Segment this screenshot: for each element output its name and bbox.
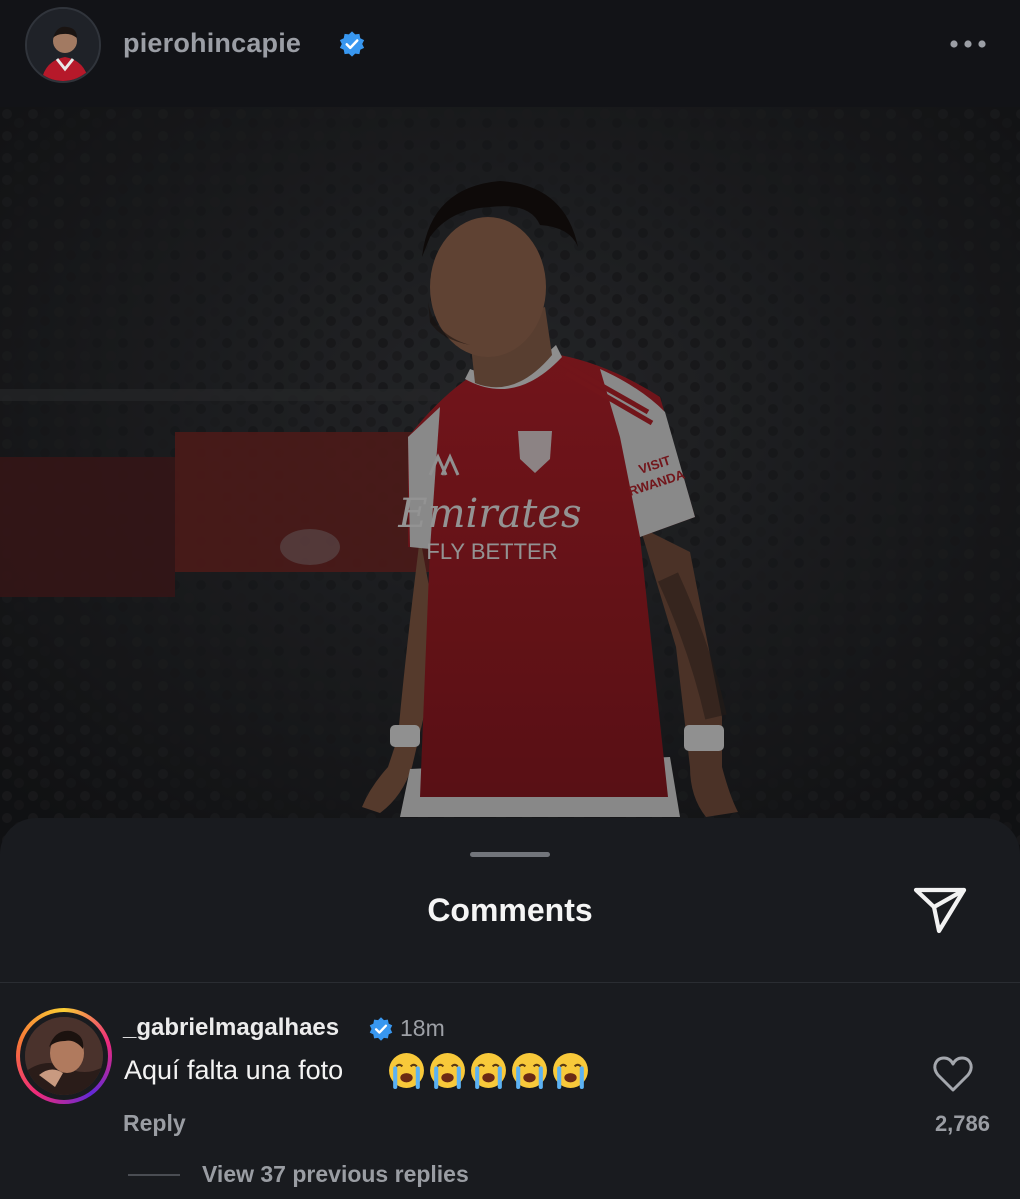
more-options-icon[interactable] [948, 34, 988, 54]
view-replies-button[interactable]: View 37 previous replies [202, 1161, 469, 1188]
comment-text: Aquí falta una foto [124, 1055, 344, 1085]
comment-timestamp: 18m [400, 1015, 445, 1041]
header-username[interactable]: pierohincapie [123, 28, 301, 59]
loudly-crying-face-icon [430, 1053, 465, 1089]
verified-badge-icon [339, 31, 365, 57]
comments-title: Comments [427, 892, 593, 928]
replies-divider-line [128, 1174, 180, 1176]
verified-badge-icon [369, 1017, 393, 1041]
loudly-crying-face-icon [512, 1053, 547, 1089]
loudly-crying-face-icon [471, 1053, 506, 1089]
commenter-avatar [25, 1017, 103, 1095]
reply-button[interactable]: Reply [123, 1110, 186, 1137]
commenter-username[interactable]: _gabrielmagalhaes [123, 1014, 339, 1042]
heart-icon[interactable] [932, 1054, 974, 1094]
crying-emoji-group [388, 1052, 589, 1089]
sheet-grabber[interactable] [470, 852, 550, 857]
post-header: pierohincapie [0, 0, 1020, 107]
comments-sheet: Comments _gabrielmagalhaes 18m Aquí falt… [0, 818, 1020, 1199]
post-photo: Emirates FLY BETTER VISIT RWANDA [0, 107, 1020, 867]
profile-avatar[interactable] [25, 7, 101, 83]
loudly-crying-face-icon [553, 1053, 588, 1089]
send-icon[interactable] [910, 882, 970, 936]
sheet-divider [0, 982, 1020, 983]
like-count: 2,786 [934, 1111, 990, 1136]
loudly-crying-face-icon [389, 1053, 424, 1089]
commenter-avatar-story-ring[interactable] [16, 1008, 112, 1104]
